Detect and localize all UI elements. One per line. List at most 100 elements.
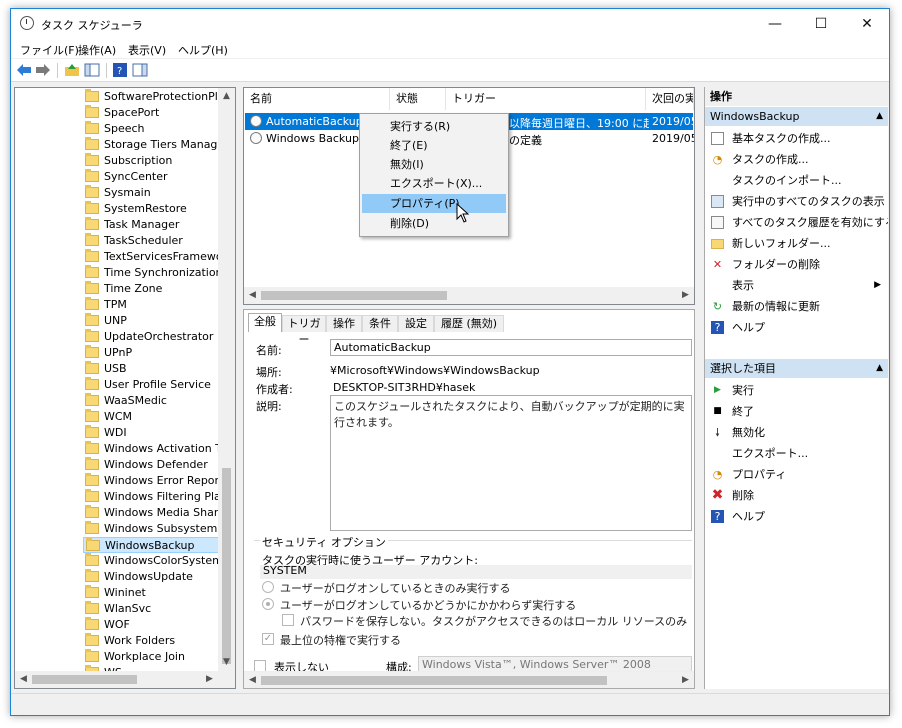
- tree-horizontal-scrollbar[interactable]: ◀ ▶: [15, 671, 235, 688]
- tree-item[interactable]: USB: [83, 361, 235, 377]
- close-button[interactable]: ✕: [844, 9, 889, 39]
- action-create-task[interactable]: ◔ タスクの作成...: [705, 149, 888, 170]
- tree-item[interactable]: Task Manager: [83, 217, 235, 233]
- column-next-run[interactable]: 次回の実: [646, 88, 694, 110]
- name-field[interactable]: AutomaticBackup: [330, 339, 692, 356]
- menu-item-end[interactable]: 終了(E): [362, 136, 506, 155]
- tab-triggers[interactable]: トリガー: [282, 315, 326, 346]
- tree-item[interactable]: SpacePort: [83, 105, 235, 121]
- menu-action[interactable]: 操作(A): [78, 42, 116, 58]
- menu-item-disable[interactable]: 無効(I): [362, 155, 506, 174]
- tab-actions[interactable]: 操作: [326, 315, 362, 332]
- scroll-left-icon[interactable]: ◀: [244, 672, 261, 689]
- tree-item[interactable]: WindowsUpdate: [83, 569, 235, 585]
- tree-item[interactable]: WDI: [83, 425, 235, 441]
- tree-item[interactable]: Storage Tiers Managemer: [83, 137, 235, 153]
- show-hide-action-pane-icon[interactable]: [132, 63, 148, 77]
- forward-arrow-icon[interactable]: [35, 63, 51, 77]
- tree-item[interactable]: UNP: [83, 313, 235, 329]
- tree-item[interactable]: WindowsColorSystem: [83, 553, 235, 569]
- column-status[interactable]: 状態: [390, 88, 446, 110]
- tree-item[interactable]: WOF: [83, 617, 235, 633]
- tree-item[interactable]: SyncCenter: [83, 169, 235, 185]
- action-view[interactable]: 表示 ▶: [705, 275, 888, 296]
- tab-conditions[interactable]: 条件: [362, 315, 398, 332]
- tree-vertical-scrollbar[interactable]: ▲ ▼: [218, 88, 235, 671]
- action-export[interactable]: エクスポート...: [705, 443, 888, 464]
- section-selected-item[interactable]: 選択した項目 ▲: [705, 359, 888, 378]
- tree-item[interactable]: WCM: [83, 409, 235, 425]
- tree-item[interactable]: Windows Subsystem For: [83, 521, 235, 537]
- tree-item[interactable]: SoftwareProtectionPlatfo: [83, 89, 235, 105]
- scroll-right-icon[interactable]: ▶: [201, 671, 218, 688]
- column-trigger[interactable]: トリガー: [446, 88, 646, 110]
- minimize-button[interactable]: —: [752, 9, 798, 39]
- run-whether-logged-on-radio[interactable]: [262, 598, 274, 610]
- menu-help[interactable]: ヘルプ(H): [178, 42, 228, 58]
- tree-item[interactable]: UpdateOrchestrator: [83, 329, 235, 345]
- tree-item[interactable]: TextServicesFramework: [83, 249, 235, 265]
- run-only-logged-on-radio[interactable]: [262, 581, 274, 593]
- scroll-left-icon[interactable]: ◀: [244, 287, 261, 304]
- folder-tree[interactable]: SoftwareProtectionPlatfo SpacePort Speech S…: [14, 87, 236, 689]
- menu-item-delete[interactable]: 削除(D): [362, 214, 506, 233]
- maximize-button[interactable]: ☐: [798, 9, 844, 39]
- highest-privileges-checkbox[interactable]: ✓: [262, 633, 274, 645]
- detail-horizontal-scrollbar[interactable]: ◀ ▶: [244, 671, 694, 688]
- tab-history[interactable]: 履歴 (無効): [434, 315, 504, 332]
- column-name[interactable]: 名前: [244, 88, 390, 110]
- scroll-left-icon[interactable]: ◀: [15, 671, 32, 688]
- task-list-horizontal-scrollbar[interactable]: ◀ ▶: [244, 287, 694, 304]
- action-end[interactable]: ■ 終了: [705, 401, 888, 422]
- back-arrow-icon[interactable]: [16, 63, 32, 77]
- action-enable-all-history[interactable]: すべてのタスク履歴を有効にする: [705, 212, 888, 233]
- tree-item[interactable]: Work Folders: [83, 633, 235, 649]
- tree-item[interactable]: Time Zone: [83, 281, 235, 297]
- action-new-folder[interactable]: 新しいフォルダー...: [705, 233, 888, 254]
- tree-item[interactable]: Windows Error Reporting: [83, 473, 235, 489]
- description-field[interactable]: このスケジュールされたタスクにより、自動バックアップが定期的に実行されます。: [330, 395, 692, 531]
- up-folder-icon[interactable]: [64, 63, 80, 77]
- action-help[interactable]: ? ヘルプ: [705, 317, 888, 338]
- tree-hscroll-thumb[interactable]: [32, 675, 137, 684]
- collapse-up-icon[interactable]: ▲: [876, 359, 883, 378]
- tree-item[interactable]: User Profile Service: [83, 377, 235, 393]
- menu-item-run[interactable]: 実行する(R): [362, 117, 506, 136]
- tree-item[interactable]: Windows Defender: [83, 457, 235, 473]
- tree-item[interactable]: Subscription: [83, 153, 235, 169]
- tree-item[interactable]: Windows Activation Tech: [83, 441, 235, 457]
- tree-item[interactable]: TPM: [83, 297, 235, 313]
- scroll-right-icon[interactable]: ▶: [677, 672, 694, 689]
- action-show-running-tasks[interactable]: 実行中のすべてのタスクの表示: [705, 191, 888, 212]
- scroll-right-icon[interactable]: ▶: [677, 287, 694, 304]
- scroll-down-icon[interactable]: ▼: [218, 654, 235, 671]
- scroll-up-icon[interactable]: ▲: [218, 88, 235, 105]
- tree-item[interactable]: Sysmain: [83, 185, 235, 201]
- do-not-store-password-checkbox[interactable]: [282, 614, 294, 626]
- tree-item[interactable]: Windows Media Sharing: [83, 505, 235, 521]
- detail-hscroll-thumb[interactable]: [261, 676, 607, 685]
- tree-item[interactable]: Speech: [83, 121, 235, 137]
- action-run[interactable]: ▶ 実行: [705, 380, 888, 401]
- task-list-hscroll-thumb[interactable]: [261, 291, 447, 300]
- menu-item-export[interactable]: エクスポート(X)...: [362, 174, 506, 193]
- action-create-basic-task[interactable]: 基本タスクの作成...: [705, 128, 888, 149]
- tree-item[interactable]: WaaSMedic: [83, 393, 235, 409]
- show-hide-console-tree-icon[interactable]: [84, 63, 100, 77]
- tree-item[interactable]: SystemRestore: [83, 201, 235, 217]
- help-icon[interactable]: ?: [112, 63, 128, 77]
- tab-settings[interactable]: 設定: [398, 315, 434, 332]
- section-windowsbackup[interactable]: WindowsBackup ▲: [705, 107, 888, 126]
- menu-file[interactable]: ファイル(F): [20, 42, 79, 58]
- tree-item[interactable]: Time Synchronization: [83, 265, 235, 281]
- tree-item[interactable]: WindowsBackup: [83, 537, 235, 553]
- action-properties[interactable]: ◔ プロパティ: [705, 464, 888, 485]
- menu-item-properties[interactable]: プロパティ(P): [362, 194, 506, 213]
- tree-item[interactable]: Workplace Join: [83, 649, 235, 665]
- action-import-task[interactable]: タスクのインポート...: [705, 170, 888, 191]
- action-delete-folder[interactable]: ✕ フォルダーの削除: [705, 254, 888, 275]
- action-delete[interactable]: ✖ 削除: [705, 485, 888, 506]
- collapse-up-icon[interactable]: ▲: [876, 107, 883, 126]
- tree-item[interactable]: Windows Filtering Platfor: [83, 489, 235, 505]
- tree-item[interactable]: WlanSvc: [83, 601, 235, 617]
